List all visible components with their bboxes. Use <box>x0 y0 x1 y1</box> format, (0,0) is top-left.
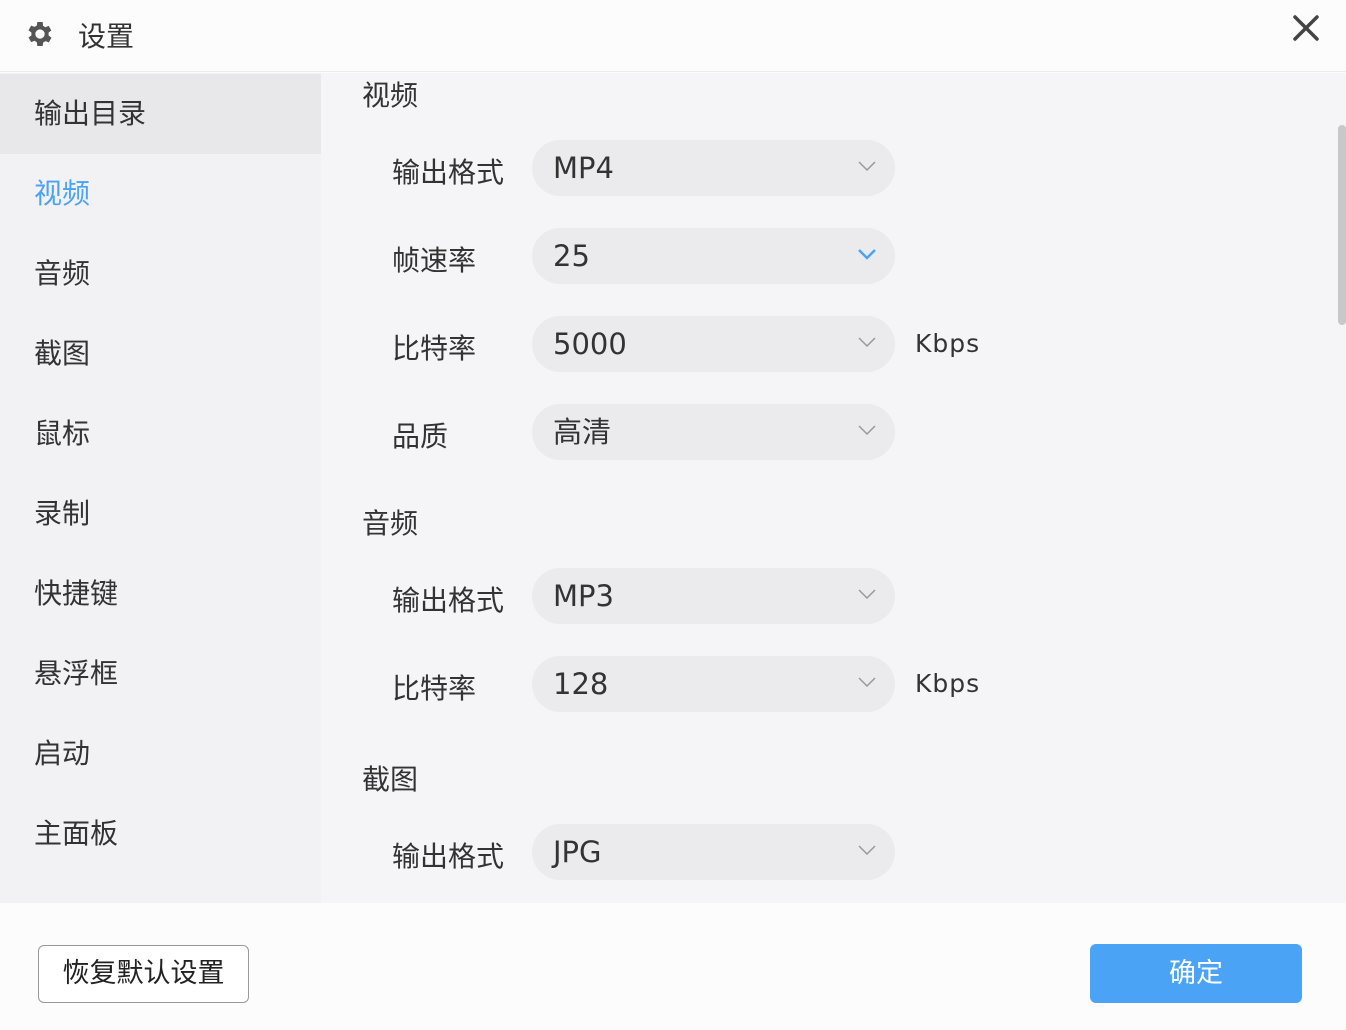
audio-bitrate-label: 比特率 <box>392 667 476 707</box>
select-value: 25 <box>553 228 590 284</box>
audio-bitrate-select[interactable]: 128 <box>532 656 895 712</box>
sidebar: 输出目录 视频 音频 截图 鼠标 录制 快捷键 悬浮框 启动 主面板 <box>0 73 321 903</box>
audio-format-select[interactable]: MP3 <box>532 568 895 624</box>
close-icon[interactable] <box>1288 10 1324 46</box>
chevron-down-icon <box>857 336 877 348</box>
select-value: MP3 <box>553 568 614 624</box>
sidebar-item-main-panel[interactable]: 主面板 <box>0 794 321 874</box>
video-format-label: 输出格式 <box>392 151 504 191</box>
scrollbar-thumb[interactable] <box>1338 125 1346 325</box>
window-title: 设置 <box>78 15 134 55</box>
sidebar-item-recording[interactable]: 录制 <box>0 474 321 554</box>
settings-content: 视频 输出格式 MP4 帧速率 25 比特率 5000 Kbps 品质 高清 音… <box>321 73 1346 903</box>
select-value: 5000 <box>553 316 627 372</box>
audio-bitrate-unit: Kbps <box>915 669 980 698</box>
chevron-down-icon <box>857 844 877 856</box>
chevron-down-icon <box>857 676 877 688</box>
reset-defaults-button[interactable]: 恢复默认设置 <box>38 945 249 1003</box>
select-value: 高清 <box>553 404 611 460</box>
video-format-select[interactable]: MP4 <box>532 140 895 196</box>
video-bitrate-label: 比特率 <box>392 327 476 367</box>
sidebar-item-audio[interactable]: 音频 <box>0 234 321 314</box>
sidebar-item-mouse[interactable]: 鼠标 <box>0 394 321 474</box>
chevron-down-icon <box>857 160 877 172</box>
sidebar-item-floating-box[interactable]: 悬浮框 <box>0 634 321 714</box>
chevron-down-icon <box>857 424 877 436</box>
screenshot-format-select[interactable]: JPG <box>532 824 895 880</box>
section-title-audio: 音频 <box>362 502 418 542</box>
video-bitrate-select[interactable]: 5000 <box>532 316 895 372</box>
footer: 恢复默认设置 确定 <box>0 903 1346 1030</box>
video-quality-label: 品质 <box>392 415 448 455</box>
sidebar-item-output-dir[interactable]: 输出目录 <box>0 74 321 154</box>
video-framerate-select[interactable]: 25 <box>532 228 895 284</box>
screenshot-format-label: 输出格式 <box>392 835 504 875</box>
chevron-down-icon <box>857 588 877 600</box>
select-value: JPG <box>553 824 602 880</box>
audio-format-label: 输出格式 <box>392 579 504 619</box>
sidebar-item-screenshot[interactable]: 截图 <box>0 314 321 394</box>
gear-icon <box>24 18 56 50</box>
video-quality-select[interactable]: 高清 <box>532 404 895 460</box>
video-bitrate-unit: Kbps <box>915 329 980 358</box>
chevron-down-icon <box>857 248 877 260</box>
sidebar-item-video[interactable]: 视频 <box>0 154 321 234</box>
sidebar-item-startup[interactable]: 启动 <box>0 714 321 794</box>
confirm-button[interactable]: 确定 <box>1090 944 1302 1003</box>
section-title-screenshot: 截图 <box>362 758 418 798</box>
section-title-video: 视频 <box>362 74 418 114</box>
select-value: MP4 <box>553 140 614 196</box>
select-value: 128 <box>553 656 608 712</box>
sidebar-item-hotkeys[interactable]: 快捷键 <box>0 554 321 634</box>
title-bar: 设置 <box>0 0 1346 72</box>
video-framerate-label: 帧速率 <box>392 239 476 279</box>
